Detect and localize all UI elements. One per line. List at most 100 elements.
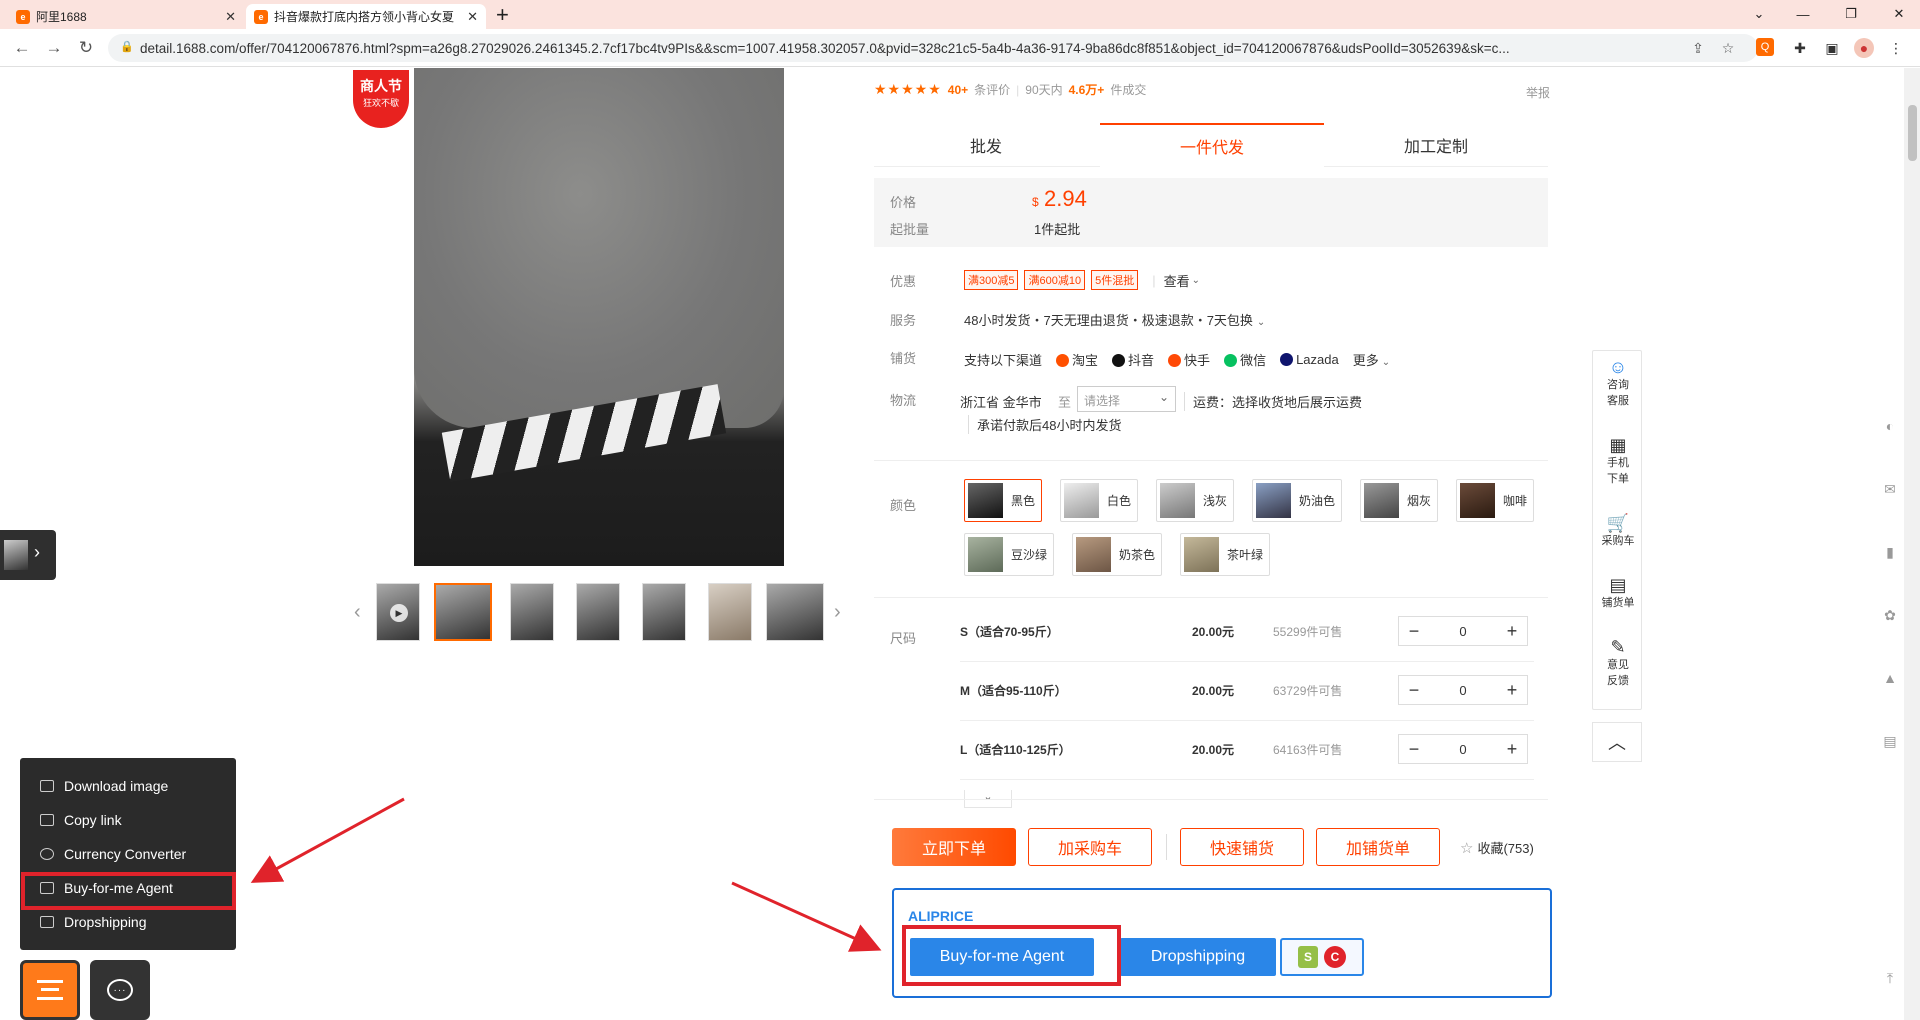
- buy-now-button[interactable]: 立即下单: [892, 828, 1016, 866]
- thumbnail[interactable]: [642, 583, 686, 641]
- bookmark-icon[interactable]: ▮: [1880, 542, 1900, 562]
- profile-avatar-icon[interactable]: ●: [1854, 38, 1874, 58]
- color-swatch[interactable]: 烟灰: [1360, 479, 1439, 522]
- coupon-badge[interactable]: 满300减5: [964, 270, 1019, 290]
- fm-feedback[interactable]: ✎ 意见反馈: [1593, 638, 1643, 689]
- close-icon[interactable]: ✕: [467, 9, 478, 25]
- aliprice-menu-fab[interactable]: [20, 960, 80, 1020]
- color-swatch[interactable]: 浅灰: [1156, 479, 1235, 522]
- aliprice-extension-icon[interactable]: Q: [1756, 38, 1774, 56]
- quick-dropship-button[interactable]: 快速铺货: [1180, 828, 1304, 866]
- quantity-input[interactable]: 0: [1429, 742, 1497, 757]
- badge-subtitle: 狂欢不歇: [362, 98, 399, 108]
- thumb-prev-icon[interactable]: ‹: [354, 601, 361, 624]
- 1688-logo-icon: e: [16, 9, 30, 24]
- minimize-icon[interactable]: —: [1788, 2, 1818, 26]
- restore-icon[interactable]: ❐: [1836, 2, 1866, 26]
- share-icon[interactable]: ⇪: [1688, 38, 1708, 58]
- service-text[interactable]: 48小时发货・7天无理由退货・极速退款・7天包换 ⌄: [964, 310, 1265, 329]
- new-tab-button[interactable]: +: [496, 2, 509, 28]
- quantity-input[interactable]: 0: [1429, 683, 1497, 698]
- menu-dropshipping[interactable]: Dropshipping: [40, 912, 147, 932]
- channels-more-link[interactable]: 更多 ⌄: [1353, 350, 1390, 369]
- chevron-down-icon: ⌄: [1256, 317, 1266, 328]
- mail-icon[interactable]: ✉: [1880, 479, 1900, 499]
- color-swatch[interactable]: 茶叶绿: [1180, 533, 1271, 576]
- chat-fab[interactable]: ···: [90, 960, 150, 1020]
- menu-currency-converter[interactable]: Currency Converter: [40, 844, 186, 864]
- shopify-icon[interactable]: S: [1298, 946, 1318, 968]
- menu-kebab-icon[interactable]: ⋮: [1886, 38, 1906, 58]
- fm-mobile-order[interactable]: ▦ 手机下单: [1593, 436, 1643, 487]
- fm-cart[interactable]: 🛒 采购车: [1593, 514, 1643, 549]
- browser-tab-1[interactable]: e 阿里1688 ✕: [8, 4, 244, 29]
- side-collapse-tab[interactable]: ›: [0, 530, 56, 580]
- close-icon[interactable]: ✕: [225, 9, 236, 25]
- add-dropship-list-button[interactable]: 加铺货单: [1316, 828, 1440, 866]
- color-swatch[interactable]: 白色: [1060, 479, 1139, 522]
- thumbnail[interactable]: [434, 583, 492, 641]
- coupon-badge[interactable]: 5件混批: [1091, 270, 1139, 290]
- plus-icon[interactable]: +: [1497, 617, 1527, 645]
- side-panel-icon[interactable]: ▣: [1822, 38, 1842, 58]
- url-field[interactable]: 🔒 detail.1688.com/offer/704120067876.htm…: [108, 34, 1758, 62]
- page-scrollbar[interactable]: [1904, 68, 1920, 1020]
- extensions-puzzle-icon[interactable]: ✚: [1790, 38, 1810, 58]
- cj-dropshipping-icon[interactable]: C: [1324, 946, 1346, 968]
- product-main-image[interactable]: [414, 68, 784, 566]
- thumbnail[interactable]: [708, 583, 752, 641]
- tab-custom[interactable]: 加工定制: [1324, 123, 1548, 167]
- menu-download-image[interactable]: Download image: [40, 776, 168, 796]
- rail-circle-icon[interactable]: ◐: [1880, 416, 1900, 436]
- quantity-input[interactable]: 0: [1429, 624, 1497, 639]
- fm-dropship-list[interactable]: ▤ 铺货单: [1593, 576, 1643, 611]
- add-to-cart-button[interactable]: 加采购车: [1028, 828, 1152, 866]
- coupon-badge[interactable]: 满600减10: [1024, 270, 1086, 290]
- thumbnail[interactable]: [766, 583, 824, 641]
- bookmark-star-icon[interactable]: ☆: [1718, 38, 1738, 58]
- dropshipping-button[interactable]: Dropshipping: [1120, 938, 1276, 976]
- back-to-top-button[interactable]: ︿: [1592, 722, 1642, 762]
- color-swatch[interactable]: 奶油色: [1252, 479, 1343, 522]
- back-icon[interactable]: ←: [10, 36, 34, 60]
- minus-icon[interactable]: −: [1399, 735, 1429, 763]
- plus-icon[interactable]: +: [1497, 735, 1527, 763]
- thumb-next-icon[interactable]: ›: [834, 601, 841, 624]
- forward-icon[interactable]: →: [42, 36, 66, 60]
- destination-select[interactable]: 请选择 ⌄: [1077, 386, 1176, 412]
- color-swatch[interactable]: 豆沙绿: [964, 533, 1055, 576]
- color-swatch[interactable]: 咖啡: [1456, 479, 1535, 522]
- size-price: 20.00元: [1192, 743, 1235, 757]
- channel-label: Lazada: [1296, 352, 1339, 367]
- minus-icon[interactable]: −: [1399, 676, 1429, 704]
- star-outline-icon: ☆: [1460, 839, 1474, 857]
- plus-icon[interactable]: +: [1497, 676, 1527, 704]
- color-swatch[interactable]: 奶茶色: [1072, 533, 1163, 576]
- scrollbar-thumb[interactable]: [1908, 105, 1917, 161]
- tab-search-icon[interactable]: ⌄: [1744, 2, 1774, 26]
- chat-bubble-icon: ···: [107, 979, 133, 1001]
- thumbnail[interactable]: [576, 583, 620, 641]
- tab-dropship[interactable]: 一件代发: [1100, 123, 1324, 167]
- tab-wholesale[interactable]: 批发: [874, 123, 1098, 167]
- browser-tab-2[interactable]: e 抖音爆款打底内搭方领小背心女夏 ✕: [246, 4, 486, 29]
- rating-count[interactable]: 40+: [948, 83, 968, 97]
- back-to-top-rail-icon[interactable]: ⤒: [1880, 968, 1900, 988]
- video-thumbnail[interactable]: ▶: [376, 583, 420, 641]
- favorite-link[interactable]: ☆ 收藏(753): [1460, 838, 1534, 857]
- window-close-icon[interactable]: ✕: [1884, 2, 1914, 26]
- view-more-link[interactable]: 查看: [1164, 271, 1190, 290]
- bell-icon[interactable]: ▲: [1880, 668, 1900, 688]
- footprint-icon[interactable]: ✿: [1880, 605, 1900, 625]
- favorite-label: 收藏(753): [1477, 841, 1534, 856]
- destination-placeholder: 请选择: [1084, 394, 1121, 408]
- menu-copy-link[interactable]: Copy link: [40, 810, 122, 830]
- fm-consult[interactable]: ☺ 咨询客服: [1593, 358, 1643, 409]
- notes-icon[interactable]: ▤: [1880, 731, 1900, 751]
- minus-icon[interactable]: −: [1399, 617, 1429, 645]
- reload-icon[interactable]: ↻: [74, 36, 98, 60]
- report-link[interactable]: 举报: [1526, 84, 1550, 101]
- thumbnail[interactable]: [510, 583, 554, 641]
- color-swatch[interactable]: 黑色: [964, 479, 1043, 522]
- annotation-arrow-left: [250, 797, 405, 883]
